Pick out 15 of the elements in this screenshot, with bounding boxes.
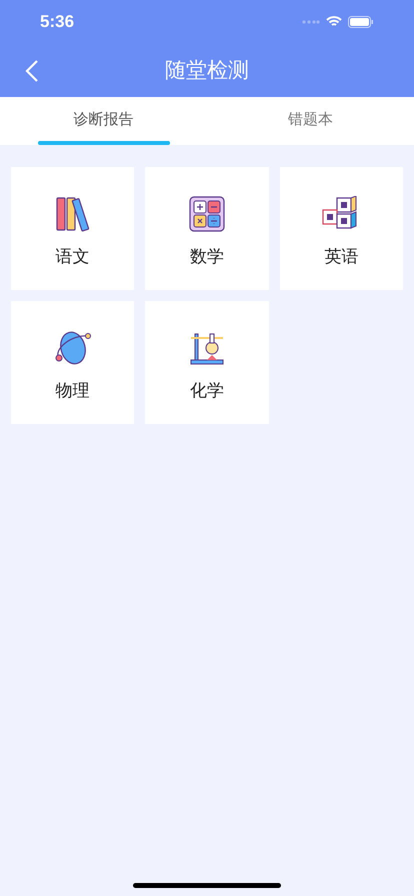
wifi-icon: [326, 16, 342, 28]
subject-card[interactable]: 数学: [145, 167, 269, 290]
tab[interactable]: 诊断报告: [0, 97, 207, 145]
signal-icon: [302, 20, 320, 24]
back-icon: [25, 59, 39, 83]
page-title: 随堂检测: [165, 58, 249, 84]
subject-card[interactable]: 英语: [280, 167, 403, 290]
subject-card[interactable]: 物理: [11, 301, 134, 424]
status-time: 5:36: [40, 11, 74, 34]
tab[interactable]: 错题本: [207, 97, 414, 145]
battery-icon: [348, 16, 374, 28]
subject-card[interactable]: 化学: [145, 301, 269, 424]
subject-card[interactable]: 语文: [11, 167, 134, 290]
books-icon: [54, 196, 91, 232]
calculator-icon: [188, 196, 225, 232]
